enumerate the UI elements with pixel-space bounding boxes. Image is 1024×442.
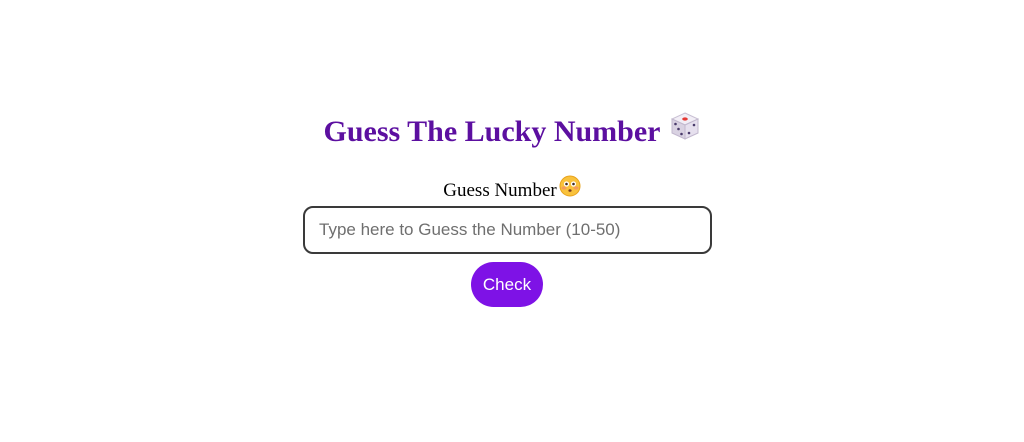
guess-label-row: Guess Number [0, 175, 1024, 206]
check-button[interactable]: Check [471, 262, 543, 307]
flushed-face-icon [559, 175, 581, 204]
guess-number-input[interactable] [303, 206, 712, 254]
game-die-icon [669, 110, 701, 153]
page: Guess The Lucky Number Guess Number Type… [0, 0, 1024, 442]
title-row: Guess The Lucky Number [0, 112, 1024, 156]
guess-label: Guess Number [443, 179, 557, 201]
page-title: Guess The Lucky Number [323, 115, 661, 148]
